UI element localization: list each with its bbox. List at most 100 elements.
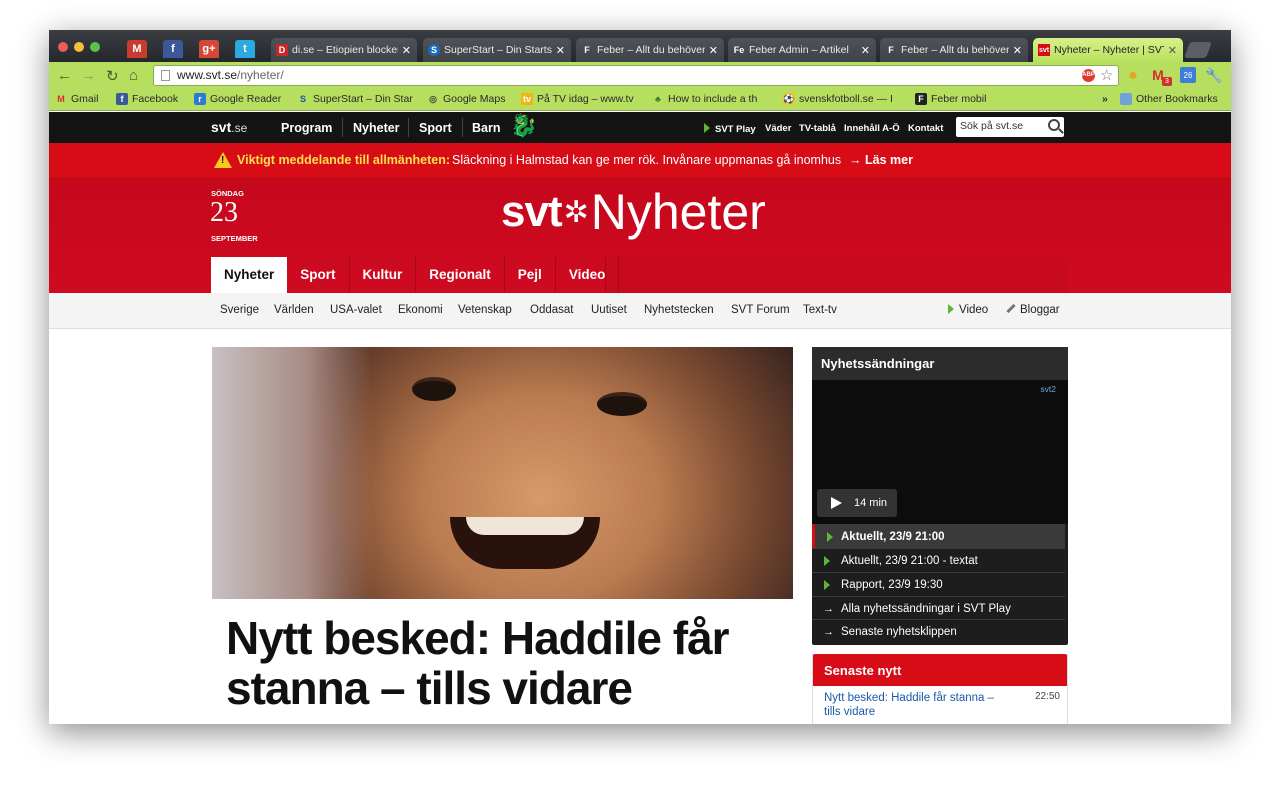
pencil-icon: [1006, 303, 1016, 314]
subnav-video[interactable]: Video: [948, 304, 988, 316]
subnav-oddasat[interactable]: Oddasat: [530, 304, 573, 316]
tab-feber-2[interactable]: F Feber – Allt du behöver ✕: [880, 38, 1028, 62]
tab-kultur[interactable]: Kultur: [350, 257, 417, 293]
close-tab-icon[interactable]: ✕: [1013, 44, 1022, 57]
subnav-nyhetstecken[interactable]: Nyhetstecken: [644, 304, 714, 316]
newscasts-title: Nyhetssändningar: [812, 347, 1068, 380]
back-arrow-icon[interactable]: ←: [57, 67, 72, 84]
nav-nyheter[interactable]: Nyheter: [353, 121, 400, 135]
address-bar[interactable]: www.svt.se/nyheter/ ABP ☆: [153, 65, 1119, 86]
tab-pejl[interactable]: Pejl: [505, 257, 556, 293]
nav-program[interactable]: Program: [281, 121, 332, 135]
other-bookmarks[interactable]: Other Bookmarks: [1120, 93, 1218, 105]
subnav-varlden[interactable]: Världen: [274, 304, 314, 316]
tab-regionalt[interactable]: Regionalt: [416, 257, 505, 293]
search-placeholder: Sök på svt.se: [960, 120, 1024, 132]
nav-barn[interactable]: Barn: [472, 121, 500, 135]
extension-icon[interactable]: ☻: [1125, 67, 1141, 83]
play-triangle-icon: [948, 304, 954, 314]
other-bookmarks-label: Other Bookmarks: [1136, 93, 1218, 105]
tab-superstart[interactable]: S SuperStart – Din Startsi ✕: [423, 38, 571, 62]
minimize-window-button[interactable]: [74, 42, 84, 52]
google-plus-icon[interactable]: g+: [199, 40, 219, 58]
new-tab-button[interactable]: [1184, 42, 1212, 58]
bookmarks-overflow-button[interactable]: »: [1102, 93, 1108, 105]
nav-sport[interactable]: Sport: [419, 121, 452, 135]
play-button[interactable]: 14 min: [817, 489, 897, 517]
subnav-text-tv[interactable]: Text-tv: [803, 304, 837, 316]
close-window-button[interactable]: [58, 42, 68, 52]
dragon-mascot-icon[interactable]: 🐉: [510, 113, 537, 139]
bookmark-star-icon[interactable]: ☆: [1100, 66, 1113, 85]
reload-icon[interactable]: ↻: [106, 67, 119, 85]
nav-divider: [408, 118, 409, 137]
browser-window: M f g+ t D di.se – Etiopien blocker ✕ S …: [49, 30, 1231, 724]
home-icon[interactable]: ⌂: [129, 67, 138, 84]
tab-feber-admin[interactable]: Fe Feber Admin – Artikel ✕: [728, 38, 876, 62]
gmail-icon[interactable]: M: [127, 40, 147, 58]
nav-innehall[interactable]: Innehåll A-Ö: [844, 123, 900, 134]
bookmark-label: SuperStart – Din Star: [313, 93, 413, 105]
tab-di[interactable]: D di.se – Etiopien blocker ✕: [271, 38, 417, 62]
tab-sport[interactable]: Sport: [287, 257, 350, 293]
facebook-icon[interactable]: f: [163, 40, 183, 58]
subnav-ekonomi[interactable]: Ekonomi: [398, 304, 443, 316]
nav-kontakt[interactable]: Kontakt: [908, 123, 943, 134]
subnav-svt-forum[interactable]: SVT Forum: [731, 304, 790, 316]
subnav-bloggar[interactable]: Bloggar: [1006, 303, 1060, 316]
bookmark-how-to-include[interactable]: ♣ How to include a th: [652, 93, 757, 105]
newscast-item-aktuellt-textat[interactable]: Aktuellt, 23/9 21:00 - textat: [812, 548, 1065, 572]
nav-vader[interactable]: Väder: [765, 123, 791, 134]
svt-se-logo[interactable]: svt.se: [211, 119, 247, 135]
subnav-uutiset[interactable]: Uutiset: [591, 304, 627, 316]
forward-arrow-icon[interactable]: →: [81, 67, 96, 84]
video-player[interactable]: svt2 14 min: [812, 380, 1068, 524]
bookmark-gmail[interactable]: M Gmail: [55, 93, 98, 105]
nav-tv-tabla[interactable]: TV-tablå: [799, 123, 836, 134]
bookmark-google-maps[interactable]: ◎ Google Maps: [427, 93, 505, 105]
feber-favicon-icon: F: [888, 45, 894, 55]
bookmark-facebook[interactable]: f Facebook: [116, 93, 178, 105]
wrench-icon[interactable]: 🔧: [1205, 67, 1222, 83]
subnav-sverige[interactable]: Sverige: [220, 304, 259, 316]
close-tab-icon[interactable]: ✕: [402, 44, 411, 57]
alert-read-more-link[interactable]: → Läs mer: [849, 153, 913, 167]
close-tab-icon[interactable]: ✕: [556, 44, 565, 57]
tv-icon: tv: [521, 93, 533, 105]
tab-title: di.se – Etiopien blocker: [292, 44, 398, 56]
subnav-usa-valet[interactable]: USA-valet: [330, 304, 382, 316]
tab-nyheter[interactable]: Nyheter: [211, 257, 288, 293]
bookmark-google-reader[interactable]: r Google Reader: [194, 93, 281, 105]
svt-nyheter-logo[interactable]: svt ✲ Nyheter: [501, 183, 766, 241]
tab-svt-nyheter[interactable]: svt Nyheter – Nyheter | SVT ✕: [1033, 38, 1183, 62]
search-icon[interactable]: [1048, 119, 1060, 131]
site-search-input[interactable]: Sök på svt.se: [956, 117, 1064, 137]
close-tab-icon[interactable]: ✕: [1168, 44, 1177, 57]
latest-news-item[interactable]: Nytt besked: Haddile får stanna – tills …: [824, 691, 1004, 719]
close-tab-icon[interactable]: ✕: [861, 44, 870, 57]
bookmark-pa-tv-idag[interactable]: tv På TV idag – www.tv: [521, 93, 634, 105]
nav-svt-play[interactable]: SVT Play: [704, 123, 756, 135]
image-mouth: [450, 517, 600, 569]
image-shadow: [212, 347, 372, 599]
newscast-item-aktuellt[interactable]: Aktuellt, 23/9 21:00: [812, 524, 1065, 548]
close-tab-icon[interactable]: ✕: [709, 44, 718, 57]
twitter-icon[interactable]: t: [235, 40, 255, 58]
calendar-icon[interactable]: 26: [1180, 67, 1196, 83]
tab-feber[interactable]: F Feber – Allt du behöver ✕: [576, 38, 724, 62]
newscast-link-all[interactable]: → Alla nyhetssändningar i SVT Play: [812, 596, 1065, 620]
article-headline[interactable]: Nytt besked: Haddile får stanna – tills …: [226, 613, 786, 713]
bookmark-svenskfotboll[interactable]: ⚽ svenskfotboll.se — I: [783, 93, 893, 105]
newscast-item-rapport[interactable]: Rapport, 23/9 19:30: [812, 572, 1065, 596]
subnav-vetenskap[interactable]: Vetenskap: [458, 304, 512, 316]
article-hero-image[interactable]: [212, 347, 793, 599]
bookmark-feber-mobil[interactable]: F Feber mobil: [915, 93, 986, 105]
newscast-link-clips[interactable]: → Senaste nyhetsklippen: [812, 619, 1065, 643]
adblock-icon[interactable]: ABP: [1082, 69, 1095, 82]
bookmark-superstart[interactable]: S SuperStart – Din Star: [297, 93, 413, 105]
facebook-icon: f: [116, 93, 128, 105]
zoom-window-button[interactable]: [90, 42, 100, 52]
alert-message[interactable]: Släckning i Halmstad kan ge mer rök. Inv…: [452, 153, 841, 167]
tab-video[interactable]: Video: [556, 257, 620, 293]
nav-divider: [462, 118, 463, 137]
